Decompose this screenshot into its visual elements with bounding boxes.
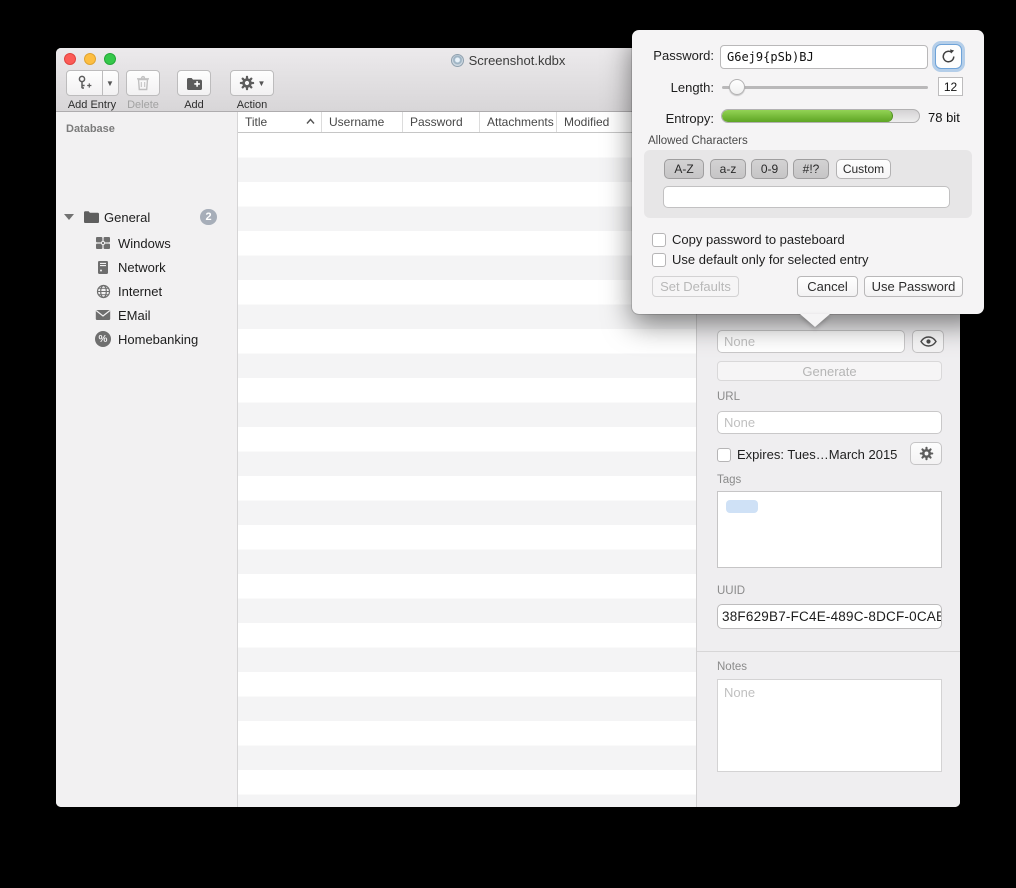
chevron-down-icon: ▼ — [106, 79, 114, 88]
table-header: Title Username Password Attachments Modi… — [238, 112, 696, 133]
sidebar-item-label: EMail — [118, 308, 151, 323]
sidebar-item-general[interactable]: General 2 — [56, 205, 237, 229]
expires-options-button[interactable] — [910, 442, 942, 465]
entropy-bar-fill — [722, 110, 893, 122]
entropy-value: 78 bit — [928, 110, 960, 125]
add-group-button[interactable] — [177, 70, 211, 96]
toolbar-action: ▼ Action — [230, 70, 274, 111]
add-entry-label: Add Entry — [64, 99, 120, 111]
folder-plus-icon — [186, 76, 203, 91]
copy-to-pasteboard-checkbox[interactable] — [652, 233, 666, 247]
allowed-characters-box: A-Z a-z 0-9 #!? Custom — [644, 150, 972, 218]
charset-symbols-toggle[interactable]: #!? — [793, 159, 829, 179]
use-default-checkbox[interactable] — [652, 253, 666, 267]
set-defaults-button[interactable]: Set Defaults — [652, 276, 739, 297]
generator-password-label: Password: — [632, 48, 714, 63]
charset-digits-toggle[interactable]: 0-9 — [751, 159, 788, 179]
tag-token[interactable] — [726, 500, 758, 513]
expires-checkbox[interactable] — [717, 448, 731, 462]
server-icon — [94, 258, 112, 276]
delete-label: Delete — [125, 99, 161, 111]
allowed-characters-label: Allowed Characters — [648, 135, 748, 147]
generated-password-field[interactable]: G6ej9{pSb)BJ — [720, 45, 928, 69]
column-header-username[interactable]: Username — [322, 112, 403, 132]
sidebar-item-label: Homebanking — [118, 332, 198, 347]
document-icon — [451, 54, 464, 67]
column-header-attachments[interactable]: Attachments — [480, 112, 557, 132]
section-divider — [697, 651, 960, 652]
action-button[interactable]: ▼ — [230, 70, 274, 96]
charset-lowercase-toggle[interactable]: a-z — [710, 159, 746, 179]
charset-custom-toggle[interactable]: Custom — [836, 159, 891, 179]
trash-icon — [136, 75, 150, 91]
length-value[interactable]: 12 — [938, 77, 963, 96]
reveal-password-button[interactable] — [912, 330, 944, 353]
tags-field[interactable] — [717, 491, 942, 568]
gear-icon — [239, 75, 255, 91]
sidebar-item-windows[interactable]: Windows — [56, 231, 237, 255]
percent-icon: % — [94, 330, 112, 348]
add-entry-dropdown[interactable]: ▼ — [103, 70, 119, 96]
mail-icon — [94, 306, 112, 324]
folder-icon — [82, 208, 100, 226]
refresh-icon — [941, 49, 956, 64]
gear-icon — [919, 446, 934, 461]
password-generator-popover: Password: G6ej9{pSb)BJ Length: 12 Entrop… — [632, 30, 984, 314]
sidebar: Database General 2 Windows — [56, 112, 238, 807]
globe-icon — [94, 282, 112, 300]
uuid-section-label: UUID — [717, 585, 745, 597]
sidebar-item-homebanking[interactable]: % Homebanking — [56, 327, 237, 351]
sidebar-item-label: Internet — [118, 284, 162, 299]
notes-field[interactable]: None — [717, 679, 942, 772]
expires-row: Expires: Tues…March 2015 — [717, 447, 897, 462]
length-label: Length: — [632, 80, 714, 95]
sort-ascending-icon — [306, 118, 315, 125]
custom-characters-field[interactable] — [663, 186, 950, 208]
url-section-label: URL — [717, 391, 740, 403]
use-password-button[interactable]: Use Password — [864, 276, 963, 297]
copy-to-pasteboard-row: Copy password to pasteboard — [652, 232, 845, 247]
sidebar-item-label: Network — [118, 260, 166, 275]
entropy-label: Entropy: — [632, 111, 714, 126]
slider-thumb[interactable] — [729, 79, 745, 95]
action-label: Action — [230, 99, 274, 111]
column-header-password[interactable]: Password — [403, 112, 480, 132]
sidebar-item-internet[interactable]: Internet — [56, 279, 237, 303]
column-header-title[interactable]: Title — [238, 112, 322, 132]
popover-arrow — [800, 314, 830, 327]
chevron-down-icon: ▼ — [258, 79, 266, 88]
charset-uppercase-toggle[interactable]: A-Z — [664, 159, 704, 179]
window-title: Screenshot.kdbx — [469, 53, 566, 68]
length-slider[interactable] — [722, 77, 928, 97]
entry-count-badge: 2 — [200, 209, 217, 225]
sidebar-item-email[interactable]: EMail — [56, 303, 237, 327]
key-plus-icon — [75, 74, 93, 92]
slider-track — [722, 86, 928, 89]
use-default-row: Use default only for selected entry — [652, 252, 869, 267]
url-field[interactable]: None — [717, 411, 942, 434]
entry-table: Title Username Password Attachments Modi… — [238, 112, 696, 807]
cancel-button[interactable]: Cancel — [797, 276, 858, 297]
tags-section-label: Tags — [717, 474, 741, 486]
regenerate-button[interactable] — [935, 44, 962, 69]
sidebar-item-label: General — [104, 210, 150, 225]
password-field[interactable]: None — [717, 330, 905, 353]
sidebar-item-label: Windows — [118, 236, 171, 251]
sidebar-section-header: Database — [66, 123, 115, 135]
generate-button[interactable]: Generate — [717, 361, 942, 381]
entropy-bar — [721, 109, 920, 123]
toolbar-add-entry: ▼ Add Entry — [64, 70, 120, 111]
sidebar-item-network[interactable]: Network — [56, 255, 237, 279]
table-body-empty[interactable] — [238, 133, 696, 807]
notes-section-label: Notes — [717, 661, 747, 673]
uuid-field[interactable]: 38F629B7-FC4E-489C-8DCF-0CAB — [717, 604, 942, 629]
delete-button[interactable] — [126, 70, 160, 96]
eye-icon — [920, 336, 937, 347]
toolbar-delete: Delete — [125, 70, 161, 111]
disclosure-triangle-icon[interactable] — [64, 214, 74, 220]
add-entry-button[interactable] — [66, 70, 103, 96]
expires-label: Expires: Tues…March 2015 — [737, 447, 897, 462]
windows-icon — [94, 234, 112, 252]
